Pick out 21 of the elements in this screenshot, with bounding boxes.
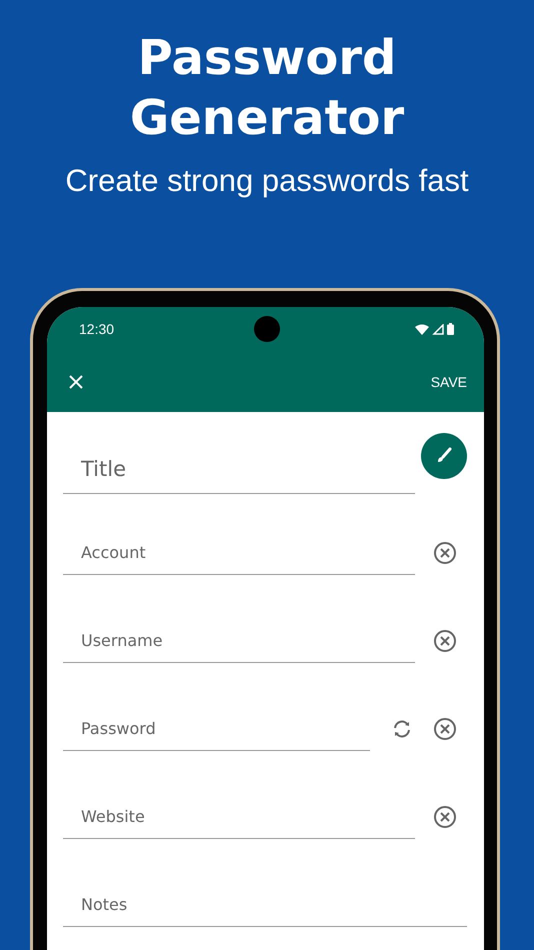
save-button[interactable]: SAVE <box>426 370 471 394</box>
wifi-icon <box>415 324 429 334</box>
input-field[interactable]: Notes <box>63 883 467 927</box>
input-field[interactable]: Account <box>63 531 415 575</box>
clear-icon[interactable] <box>433 541 457 565</box>
brush-icon <box>435 447 453 465</box>
input-field[interactable]: Title <box>63 444 415 494</box>
status-time: 12:30 <box>79 321 114 337</box>
camera-icon <box>254 316 280 342</box>
close-icon[interactable] <box>68 374 84 390</box>
clear-icon[interactable] <box>433 717 457 741</box>
clear-icon[interactable] <box>433 629 457 653</box>
clear-icon[interactable] <box>433 805 457 829</box>
input-field[interactable]: Password <box>63 707 370 751</box>
brush-button[interactable] <box>421 433 467 479</box>
headline: Password Generator <box>128 29 406 148</box>
input-field[interactable]: Website <box>63 795 415 839</box>
input-field[interactable]: Username <box>63 619 415 663</box>
signal-icon <box>432 324 444 334</box>
subheadline: Create strong passwords fast <box>64 162 470 200</box>
battery-icon <box>447 323 454 335</box>
